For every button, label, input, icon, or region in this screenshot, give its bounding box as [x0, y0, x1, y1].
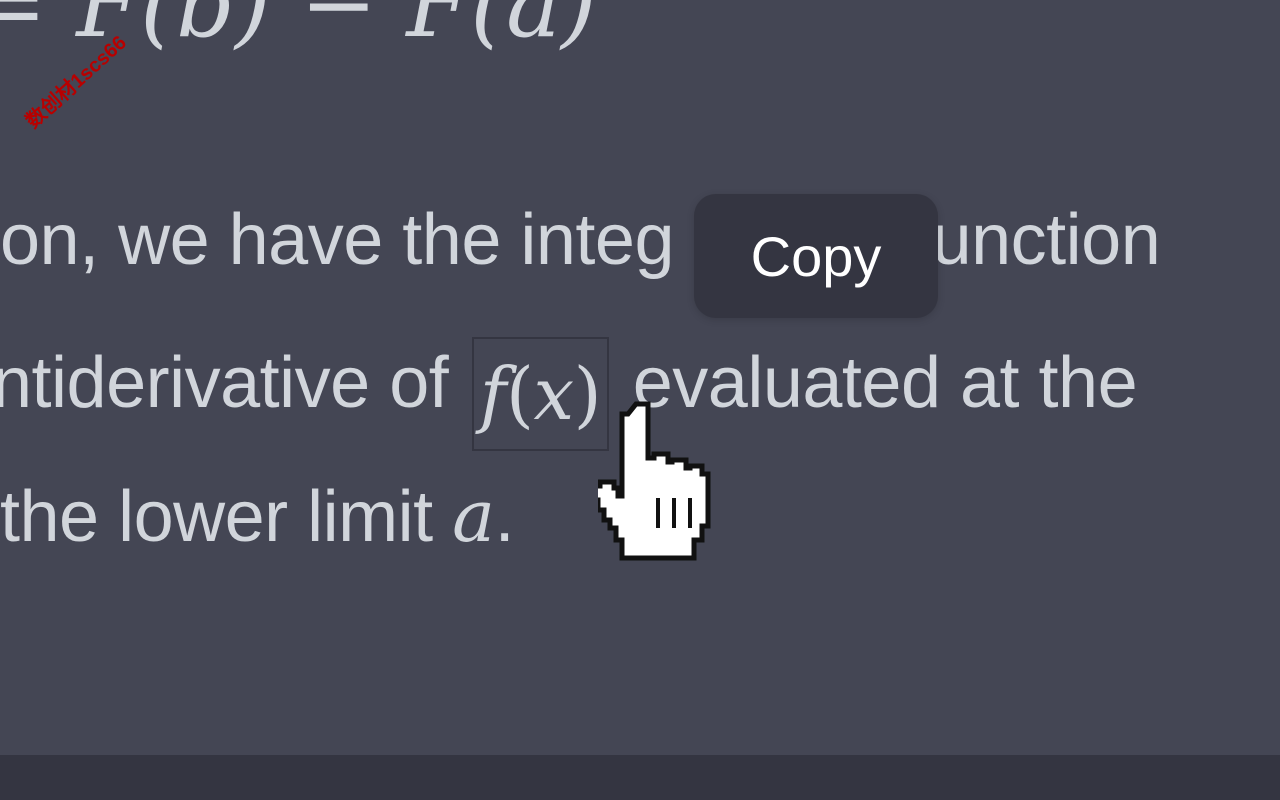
- message-line-3: the lower limit a.: [0, 474, 515, 558]
- message-line-2: ntiderivative of f(x) evaluated at the: [0, 337, 1138, 451]
- footer-bar: [0, 755, 1280, 800]
- inline-math-a[interactable]: a: [452, 474, 495, 558]
- copy-tooltip[interactable]: Copy: [694, 194, 938, 318]
- message-text: ntiderivative of: [0, 343, 449, 423]
- inline-math-f-of-x[interactable]: f(x): [471, 337, 610, 451]
- assistant-message: = F(b) − F(a) on, we have the integ a fu…: [0, 0, 1280, 755]
- message-text: the lower limit: [0, 477, 433, 557]
- message-text: on, we have the integ: [0, 200, 675, 280]
- chat-viewport: = F(b) − F(a) on, we have the integ a fu…: [0, 0, 1280, 800]
- message-text: .: [494, 477, 515, 557]
- pointer-hand-icon: [598, 401, 711, 561]
- copy-tooltip-label: Copy: [750, 224, 882, 288]
- message-line-1: on, we have the integ a function: [0, 200, 1161, 280]
